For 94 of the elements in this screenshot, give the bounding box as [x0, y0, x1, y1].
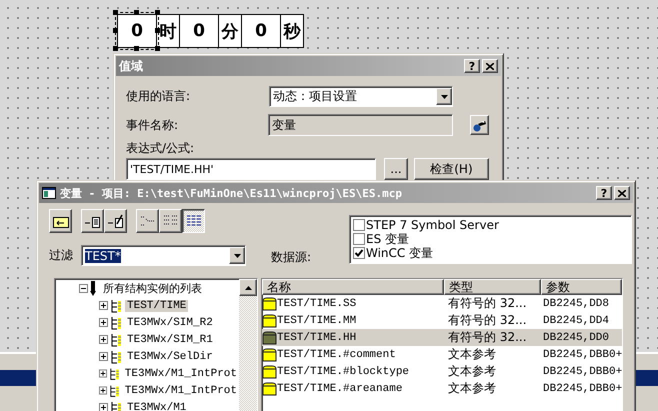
tree-item[interactable]: TE3MWx/SelDir: [125, 350, 215, 362]
tag-icon: [262, 364, 277, 378]
insert-icon: [84, 214, 100, 228]
table-cell-text: DB2245,DD4: [542, 314, 610, 328]
tree-item[interactable]: TE3MWx/SIM_R1: [125, 334, 215, 346]
expression-label: 表达式/公式:: [126, 141, 194, 155]
data-source-label: WinCC 变量: [366, 246, 434, 260]
details-view-icon: [186, 214, 202, 228]
expand-icon[interactable]: [99, 403, 108, 411]
tag-icon: [262, 314, 277, 328]
time-unit-label: 秒: [280, 15, 303, 47]
expand-icon[interactable]: [99, 369, 108, 378]
tree-item[interactable]: TE3MWx/M1_IntProt: [122, 384, 239, 396]
tag-browser-icon: [472, 118, 487, 132]
table-cell-text: DB2245,DD8: [542, 296, 610, 312]
browse-button[interactable]: ...: [384, 158, 408, 180]
column-header[interactable]: 类型: [444, 279, 541, 295]
column-header[interactable]: 参数: [541, 279, 622, 295]
language-label: 使用的语言:: [126, 88, 192, 105]
structure-icon: [110, 332, 122, 346]
event-name-label: 事件名称:: [126, 116, 180, 134]
table-cell-text: TEST/TIME.#areaname: [277, 382, 404, 396]
table-cell-text: 有符号的 32...: [447, 329, 528, 346]
expand-icon[interactable]: [99, 301, 108, 310]
table-cell-text: DB2245,DBB0+: [542, 364, 622, 380]
dropdown-arrow-icon: [440, 94, 448, 98]
help-button[interactable]: ?: [596, 186, 612, 200]
filter-label: 过滤: [49, 247, 73, 264]
tree-item[interactable]: TEST/TIME: [125, 300, 188, 312]
expand-icon[interactable]: [99, 335, 108, 344]
expression-field[interactable]: 'TEST/TIME.HH': [126, 158, 376, 180]
tag-icon: [262, 296, 277, 310]
dropdown-arrow-icon: [234, 254, 240, 258]
edit-icon: [108, 214, 124, 228]
event-name-field: 变量: [268, 114, 454, 136]
time-unit-label: 时: [156, 15, 179, 47]
time-value: 0: [241, 15, 280, 47]
table-cell-text: DB2245,DBB0+: [542, 348, 622, 362]
tree-item[interactable]: 所有结构实例的列表: [101, 281, 204, 296]
table-cell-text: DB2245,DBB0+: [542, 382, 622, 396]
tag-select-button[interactable]: [470, 115, 489, 135]
language-dropdown[interactable]: 动态：项目设置: [269, 86, 453, 107]
checkbox[interactable]: [353, 219, 365, 231]
structure-icon: [110, 298, 122, 312]
close-button[interactable]: [482, 59, 498, 73]
table-cell-text: TEST/TIME.#comment: [277, 348, 397, 362]
table-cell-text: 文本参考: [447, 346, 497, 363]
up-folder-icon: [52, 214, 68, 228]
tag-icon: [262, 348, 277, 362]
collapse-icon[interactable]: [79, 284, 88, 293]
data-source-label: STEP 7 Symbol Server: [366, 218, 499, 232]
checkbox[interactable]: [353, 233, 365, 245]
checkbox[interactable]: [353, 247, 365, 259]
table-cell-text: 有符号的 32...: [447, 312, 528, 329]
structure-list-icon: [90, 281, 98, 296]
check-button[interactable]: 检查(H): [414, 158, 489, 180]
structure-icon: [109, 384, 120, 398]
tree-item[interactable]: TE3MWx/SIM_R2: [125, 316, 215, 328]
help-button[interactable]: ?: [464, 59, 480, 73]
expand-icon[interactable]: [99, 386, 108, 395]
table-cell-text: TEST/TIME.HH: [277, 330, 358, 346]
filter-combo-box[interactable]: TEST*: [81, 245, 246, 266]
structure-icon: [110, 350, 122, 364]
column-header[interactable]: 名称: [262, 279, 444, 295]
data-source-label: 数据源:: [271, 249, 312, 266]
table-cell-text: 文本参考: [447, 363, 497, 380]
tree-item[interactable]: TE3MWx/M1_IntProt: [122, 368, 239, 380]
structure-icon: [110, 316, 122, 330]
scroll-up-icon: [244, 286, 252, 290]
time-value: 0: [118, 15, 156, 47]
close-icon: [486, 62, 494, 70]
scrollbar[interactable]: [239, 279, 257, 411]
close-icon: [618, 190, 626, 196]
data-source-label: ES 变量: [366, 232, 410, 246]
tag-icon: [262, 330, 277, 344]
close-button[interactable]: [614, 186, 630, 200]
table-cell-text: TEST/TIME.MM: [277, 314, 358, 328]
expand-icon[interactable]: [99, 318, 108, 327]
time-unit-label: 分: [218, 15, 241, 47]
structure-icon: [109, 366, 120, 380]
table-cell-text: 有符号的 32...: [447, 295, 528, 312]
tag-icon: [262, 382, 277, 396]
time-value: 0: [179, 15, 218, 47]
small-icons-view-icon: [140, 214, 156, 228]
table-cell-text: TEST/TIME.SS: [277, 296, 358, 312]
tree-item[interactable]: TE3MWx/M1: [125, 402, 188, 411]
window-title: 值域: [119, 58, 144, 74]
table-cell-text: DB2245,DD0: [542, 330, 610, 346]
table-cell-text: 文本参考: [447, 380, 497, 397]
window-icon: [42, 187, 56, 199]
table-cell-text: TEST/TIME.#blocktype: [277, 364, 410, 380]
expand-icon[interactable]: [99, 352, 108, 361]
window-title: 变量 - 项目: E:\test\FuMinOne\Es11\wincproj\ES\ES.mcp: [60, 186, 404, 200]
toolbar-button[interactable]: [182, 209, 205, 233]
